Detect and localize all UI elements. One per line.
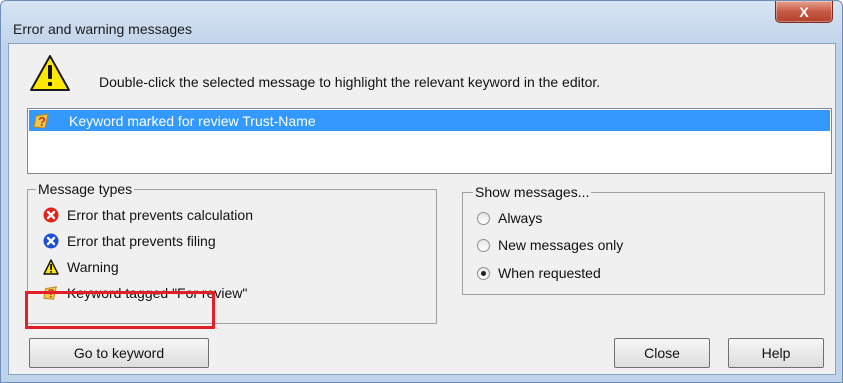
error-red-icon: [43, 207, 59, 223]
close-icon: X: [799, 3, 809, 20]
svg-text:?: ?: [38, 114, 46, 129]
error-blue-icon: [43, 233, 59, 249]
intro-text: Double-click the selected message to hig…: [99, 74, 601, 90]
message-types-label: Message types: [36, 181, 135, 197]
review-keyword-icon: ?: [33, 112, 55, 130]
radio-always[interactable]: Always: [477, 210, 542, 226]
message-row[interactable]: ? Keyword marked for review Trust-Name: [29, 110, 830, 131]
radio-button-checked[interactable]: [477, 266, 490, 280]
radio-label: When requested: [498, 265, 601, 281]
close-button[interactable]: Close: [614, 338, 710, 368]
help-button[interactable]: Help: [728, 338, 824, 368]
dialog-window: Error and warning messages X Double-clic…: [0, 0, 843, 383]
window-title: Error and warning messages: [13, 21, 192, 37]
legend-item: Error that prevents calculation: [43, 207, 253, 223]
title-bar[interactable]: Error and warning messages X: [1, 1, 842, 43]
warning-icon: [43, 259, 59, 275]
window-close-button[interactable]: X: [775, 1, 833, 23]
go-to-keyword-button[interactable]: Go to keyword: [29, 338, 209, 368]
radio-new-messages-only[interactable]: New messages only: [477, 237, 623, 253]
legend-item: Warning: [43, 259, 119, 275]
legend-text: Error that prevents calculation: [67, 207, 253, 223]
message-text: Keyword marked for review Trust-Name: [69, 112, 316, 129]
show-messages-label: Show messages...: [473, 184, 592, 200]
legend-text: Warning: [67, 259, 119, 275]
legend-item: Error that prevents filing: [43, 233, 216, 249]
radio-label: New messages only: [498, 237, 624, 253]
warning-large-icon: [30, 55, 70, 91]
legend-text: Error that prevents filing: [67, 233, 216, 249]
highlight-box: [25, 291, 215, 329]
show-messages-group: Show messages... Always New messages onl…: [462, 184, 825, 295]
radio-button[interactable]: [477, 238, 490, 252]
message-list[interactable]: ? Keyword marked for review Trust-Name: [27, 108, 832, 174]
radio-label: Always: [498, 210, 543, 226]
radio-button[interactable]: [477, 211, 490, 225]
radio-when-requested[interactable]: When requested: [477, 265, 601, 281]
